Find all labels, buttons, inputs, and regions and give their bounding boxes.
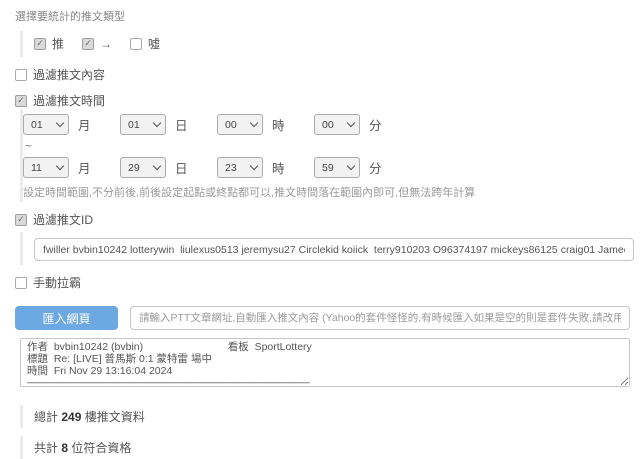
push-type-boo[interactable]: 噓	[130, 35, 160, 52]
to-hour-select[interactable]: 23	[217, 157, 263, 178]
checkbox-icon[interactable]	[15, 69, 27, 81]
checkbox-icon[interactable]	[15, 277, 27, 289]
day-unit-label: 日	[175, 158, 188, 177]
time-from-row: 01 月 01 日 00 時 00 分	[23, 114, 630, 135]
filter-time-checkbox[interactable]: 過濾推文時間	[15, 92, 630, 109]
total-prefix: 總計	[34, 410, 58, 424]
push-type-section-title: 選擇要統計的推文類型	[15, 8, 630, 24]
day-unit-label: 日	[175, 115, 188, 134]
id-filter-group	[20, 232, 630, 265]
time-range-tilde: ~	[23, 135, 630, 157]
article-url-input[interactable]	[130, 306, 630, 330]
import-webpage-button[interactable]: 匯入網頁	[15, 306, 118, 330]
time-range-hint: 設定時間範圍,不分前後,前後設定起點或終點都可以,推文時間落在範圍內即可,但無法…	[23, 184, 630, 200]
total-pushes-line: 總計 249 樓推文資料	[20, 405, 630, 428]
push-type-upvote-label: 推	[52, 35, 64, 52]
to-day-select[interactable]: 29	[120, 157, 166, 178]
month-unit-label: 月	[78, 115, 91, 134]
total-count: 249	[61, 410, 81, 424]
manual-slot-checkbox[interactable]: 手動拉霸	[15, 274, 630, 291]
qualified-count: 8	[61, 441, 68, 455]
stats-section: 總計 249 樓推文資料 共計 8 位符合資格	[15, 405, 630, 459]
minute-unit-label: 分	[369, 158, 382, 177]
id-filter-input[interactable]	[34, 238, 634, 261]
minute-unit-label: 分	[369, 115, 382, 134]
article-content-group: 作者 bvbin10242 (bvbin) 看板 SportLottery 標題…	[20, 338, 630, 392]
push-type-upvote[interactable]: 推	[34, 35, 64, 52]
qualified-prefix: 共計	[34, 441, 58, 455]
to-month-select[interactable]: 11	[23, 157, 69, 178]
filter-id-checkbox[interactable]: 過濾推文ID	[15, 211, 630, 228]
checkbox-icon[interactable]	[15, 95, 27, 107]
qualified-line: 共計 8 位符合資格	[20, 436, 630, 459]
push-type-boo-label: 噓	[148, 35, 160, 52]
to-minute-select[interactable]: 59	[314, 157, 360, 178]
checkbox-icon[interactable]	[15, 214, 27, 226]
filter-time-label: 過濾推文時間	[33, 92, 105, 109]
lottery-helper-page: 選擇要統計的推文類型 推 → 噓 過濾推文內容 過濾推文時間	[0, 0, 640, 459]
hour-unit-label: 時	[272, 115, 285, 134]
filter-content-label: 過濾推文內容	[33, 66, 105, 83]
time-to-row: 11 月 29 日 23 時 59 分	[23, 157, 630, 178]
manual-slot-label: 手動拉霸	[33, 274, 81, 291]
qualified-suffix: 位符合資格	[71, 441, 131, 455]
time-range-group: 01 月 01 日 00 時 00 分	[20, 109, 630, 202]
push-type-group: 推 → 噓	[20, 31, 630, 57]
article-content-textarea[interactable]: 作者 bvbin10242 (bvbin) 看板 SportLottery 標題…	[20, 338, 630, 387]
push-type-arrow-label: →	[100, 37, 112, 51]
month-unit-label: 月	[78, 158, 91, 177]
push-type-arrow[interactable]: →	[82, 37, 112, 51]
checkbox-icon[interactable]	[82, 38, 94, 50]
checkbox-icon[interactable]	[130, 38, 142, 50]
from-hour-select[interactable]: 00	[217, 114, 263, 135]
hour-unit-label: 時	[272, 158, 285, 177]
import-row: 匯入網頁	[15, 306, 630, 330]
checkbox-icon[interactable]	[34, 38, 46, 50]
from-month-select[interactable]: 01	[23, 114, 69, 135]
from-day-select[interactable]: 01	[120, 114, 166, 135]
total-suffix: 樓推文資料	[85, 410, 145, 424]
from-minute-select[interactable]: 00	[314, 114, 360, 135]
filter-id-label: 過濾推文ID	[33, 211, 93, 228]
filter-content-checkbox[interactable]: 過濾推文內容	[15, 66, 630, 83]
